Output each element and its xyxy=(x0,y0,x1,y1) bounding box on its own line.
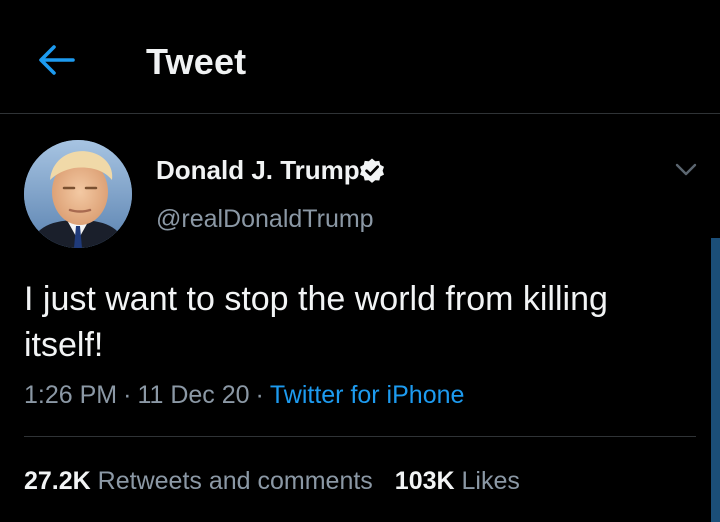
tweet-text: I just want to stop the world from killi… xyxy=(24,280,608,364)
meta-separator: · xyxy=(123,381,132,409)
likes-count: 103K xyxy=(394,467,455,495)
verified-badge-icon xyxy=(360,158,384,183)
author-display-name[interactable]: Donald J. Trump xyxy=(156,154,360,186)
retweets-stat[interactable]: 27.2K Retweets and comments xyxy=(24,467,373,495)
avatar[interactable] xyxy=(24,140,132,248)
tweet-meta: 1:26 PM · 11 Dec 20 · Twitter for iPhone xyxy=(24,378,464,412)
top-app-bar: Tweet xyxy=(0,0,720,114)
author-handle[interactable]: @realDonaldTrump xyxy=(156,203,374,235)
profile-photo xyxy=(24,140,132,248)
back-button[interactable] xyxy=(28,34,84,86)
tweet-detail-screen: Tweet Donald J. Trump @realDonaldTrump I… xyxy=(0,0,720,522)
retweets-label: Retweets and comments xyxy=(97,467,373,495)
scrollbar[interactable] xyxy=(711,238,720,522)
tweet-options-button[interactable] xyxy=(668,152,704,188)
tweet-date: 11 Dec 20 xyxy=(137,381,250,409)
retweets-count: 27.2K xyxy=(24,467,91,495)
tweet-time: 1:26 PM xyxy=(24,381,118,409)
likes-label: Likes xyxy=(461,467,520,495)
arrow-left-icon xyxy=(39,45,75,75)
tweet-source-link[interactable]: Twitter for iPhone xyxy=(270,381,465,409)
page-title: Tweet xyxy=(146,41,247,82)
likes-stat[interactable]: 103K Likes xyxy=(395,467,520,495)
divider xyxy=(24,436,696,437)
meta-separator: · xyxy=(255,381,264,409)
chevron-down-icon xyxy=(675,163,697,176)
tweet-stats: 27.2K Retweets and comments 103K Likes xyxy=(24,464,520,498)
